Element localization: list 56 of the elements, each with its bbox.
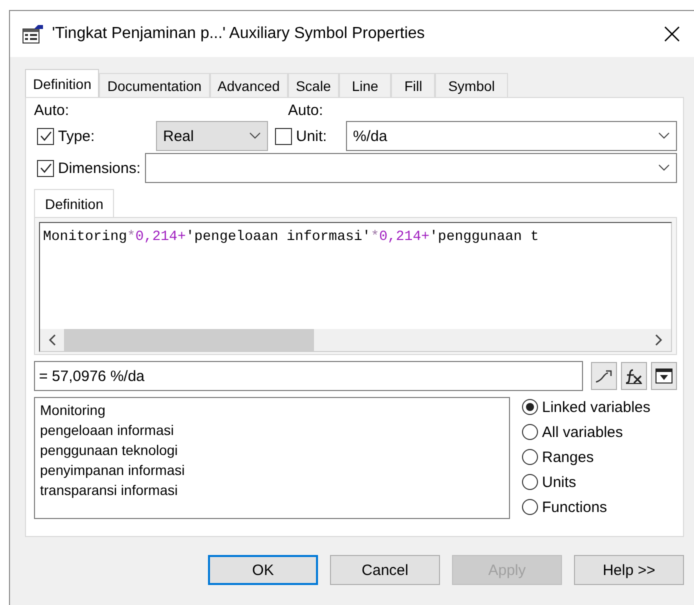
unit-dropdown[interactable]: %/da bbox=[346, 121, 677, 151]
chevron-down-icon bbox=[249, 132, 261, 140]
unit-label: Unit: bbox=[296, 128, 328, 144]
insert-button[interactable] bbox=[651, 362, 677, 390]
auto-label: Auto: bbox=[288, 102, 324, 119]
scroll-left-icon[interactable] bbox=[48, 334, 58, 346]
tab[interactable]: Symbol bbox=[435, 73, 508, 97]
dropdown-window-icon bbox=[655, 368, 673, 384]
type-label: Type: bbox=[58, 128, 96, 144]
chevron-down-icon bbox=[658, 164, 670, 172]
dialog-button[interactable]: OK bbox=[208, 555, 318, 585]
tab[interactable]: Definition bbox=[25, 69, 100, 97]
type-dropdown[interactable]: Real bbox=[156, 121, 268, 151]
checkbox[interactable] bbox=[37, 128, 54, 144]
function-icon bbox=[625, 368, 643, 384]
checkbox[interactable] bbox=[275, 128, 292, 144]
radio-option[interactable]: Linked variables bbox=[522, 397, 650, 417]
radio-button[interactable] bbox=[522, 474, 538, 490]
radio-button[interactable] bbox=[522, 424, 538, 440]
tab[interactable]: Documentation bbox=[99, 73, 210, 97]
tab[interactable]: Advanced bbox=[210, 73, 288, 97]
dialog-button[interactable]: Cancel bbox=[330, 555, 440, 585]
dialog-button[interactable]: Help >> bbox=[574, 555, 684, 585]
window-title: 'Tingkat Penjaminan p...' Auxiliary Symbol Properties bbox=[52, 25, 426, 43]
graph-button[interactable] bbox=[591, 362, 617, 390]
tab[interactable]: Fill bbox=[391, 73, 436, 97]
chevron-down-icon bbox=[658, 132, 670, 140]
tab[interactable]: Scale bbox=[288, 73, 339, 97]
radio-option[interactable]: Ranges bbox=[522, 447, 650, 467]
horizontal-scrollbar[interactable] bbox=[40, 329, 671, 351]
formula-editor[interactable]: Monitoring*0,214+'pengeloaan informasi'*0,214+'penggunaan t bbox=[39, 222, 672, 352]
formula-text: Monitoring*0,214+'pengeloaan informasi'*0,214+'penggunaan t bbox=[42, 228, 540, 245]
function-button[interactable] bbox=[621, 362, 647, 390]
curve-icon bbox=[595, 368, 613, 384]
radio-button[interactable] bbox=[522, 449, 538, 465]
result-field[interactable]: = 57,0976 %/da bbox=[34, 361, 583, 391]
variable-item[interactable]: pengeloaan informasi bbox=[40, 420, 504, 440]
radio-option[interactable]: Units bbox=[522, 472, 650, 492]
variable-item[interactable]: Monitoring bbox=[40, 400, 504, 420]
variable-item[interactable]: penggunaan teknologi bbox=[40, 440, 504, 460]
radio-option[interactable]: All variables bbox=[522, 422, 650, 442]
tab[interactable]: Definition bbox=[34, 189, 114, 217]
auto-label: Auto: bbox=[34, 102, 70, 119]
scrollbar-thumb[interactable] bbox=[64, 329, 314, 351]
tab[interactable]: Line bbox=[338, 73, 392, 97]
checkbox[interactable] bbox=[37, 160, 54, 176]
dimensions-dropdown[interactable] bbox=[144, 153, 677, 183]
radio-button[interactable] bbox=[522, 499, 538, 515]
dimensions-label: Dimensions: bbox=[58, 160, 141, 176]
scroll-right-icon[interactable] bbox=[653, 334, 663, 346]
variable-item[interactable]: penyimpanan informasi bbox=[40, 460, 504, 480]
radio-button[interactable] bbox=[522, 399, 538, 415]
radio-option[interactable]: Functions bbox=[522, 497, 650, 517]
close-icon[interactable] bbox=[664, 26, 680, 42]
variable-item[interactable]: transparansi informasi bbox=[40, 480, 504, 500]
properties-icon bbox=[22, 24, 44, 44]
